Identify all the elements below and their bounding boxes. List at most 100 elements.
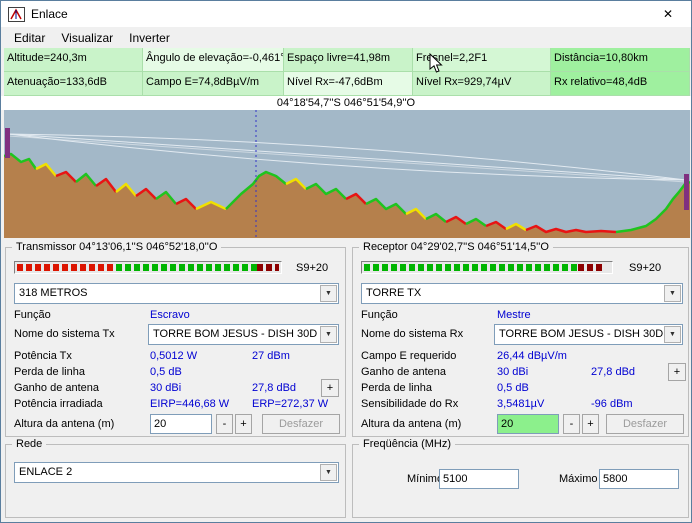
rx-system-label: Nome do sistema Rx <box>361 328 464 340</box>
tx-radiated-label: Potência irradiada <box>14 398 103 410</box>
frequency-group: Freqüência (MHz) Mínimo Máximo <box>352 438 689 518</box>
network-select[interactable]: ENLACE 2 ▼ <box>14 462 339 483</box>
transmitter-group: Transmissor 04°13'06,1''S 046°52'18,0''O… <box>5 241 346 437</box>
menubar: Editar Visualizar Inverter <box>1 27 691 48</box>
rx-site-select[interactable]: TORRE TX ▼ <box>361 283 683 304</box>
chevron-down-icon: ▼ <box>669 290 676 297</box>
info-fresnel: Fresnel=2,2F1 <box>413 48 551 72</box>
tx-system-select[interactable]: TORRE BOM JESUS - DISH 30D ▼ <box>148 324 339 345</box>
rx-signal-green-segment <box>364 264 578 271</box>
chevron-down-icon: ▼ <box>325 331 332 338</box>
rx-system-dropdown-button[interactable]: ▼ <box>664 326 681 343</box>
rx-sensitivity-uv: 3,5481µV <box>497 398 545 410</box>
rx-line-loss-label: Perda de linha <box>361 382 432 394</box>
tx-line-loss-value: 0,5 dB <box>150 366 182 378</box>
rx-antenna-height-input[interactable] <box>497 414 559 434</box>
chevron-down-icon: ▼ <box>325 469 332 476</box>
tx-signal-red-segment <box>17 264 116 271</box>
terrain-profile-chart[interactable] <box>3 110 691 238</box>
tx-system-value: TORRE BOM JESUS - DISH 30D <box>153 328 318 340</box>
rx-antenna-marker <box>684 174 689 210</box>
menu-item-visualizar[interactable]: Visualizar <box>53 29 121 47</box>
titlebar: Enlace ✕ <box>1 1 691 27</box>
rx-funcao-value: Mestre <box>497 309 531 321</box>
rx-system-select[interactable]: TORRE BOM JESUS - DISH 30D ▼ <box>494 324 683 345</box>
receiver-title: Receptor 04°29'02,7''S 046°51'14,5''O <box>359 241 553 253</box>
info-attenuation: Atenuação=133,6dB <box>4 72 143 96</box>
chevron-down-icon: ▼ <box>325 290 332 297</box>
rx-site-value: TORRE TX <box>366 287 422 299</box>
frequency-max-input[interactable] <box>599 469 679 489</box>
info-elevation-angle: Ângulo de elevação=-0,461° <box>143 48 284 72</box>
tx-system-dropdown-button[interactable]: ▼ <box>320 326 337 343</box>
tx-erp-value: ERP=272,37 W <box>252 398 329 410</box>
rx-site-dropdown-button[interactable]: ▼ <box>664 285 681 302</box>
info-field-e: Campo E=74,8dBµV/m <box>143 72 284 96</box>
info-row-2: Atenuação=133,6dB Campo E=74,8dBµV/m Nív… <box>4 72 690 96</box>
close-button[interactable]: ✕ <box>645 1 691 27</box>
menu-item-inverter[interactable]: Inverter <box>121 29 178 47</box>
transmitter-title: Transmissor 04°13'06,1''S 046°52'18,0''O <box>12 241 222 253</box>
app-icon <box>8 6 25 22</box>
info-distance: Distância=10,80km <box>551 48 690 72</box>
network-group-title: Rede <box>12 438 47 450</box>
rx-gain-label: Ganho de antena <box>361 366 447 378</box>
tx-line-loss-label: Perda de linha <box>14 366 85 378</box>
tx-system-label: Nome do sistema Tx <box>14 328 115 340</box>
tx-signal-end-segment <box>257 264 279 271</box>
tx-site-dropdown-button[interactable]: ▼ <box>320 285 337 302</box>
network-dropdown-button[interactable]: ▼ <box>320 464 337 481</box>
rx-gain-plus-button[interactable]: + <box>668 363 686 381</box>
tx-funcao-value: Escravo <box>150 309 190 321</box>
info-rx-relative: Rx relativo=48,4dB <box>551 72 690 96</box>
tx-eirp-value: EIRP=446,68 W <box>150 398 230 410</box>
receiver-group: Receptor 04°29'02,7''S 046°51'14,5''O S9… <box>352 241 689 437</box>
tx-antenna-height-label: Altura da antena (m) <box>14 418 115 430</box>
rx-gain-dbd: 27,8 dBd <box>591 366 636 378</box>
tx-gain-label: Ganho de antena <box>14 382 100 394</box>
network-group: Rede ENLACE 2 ▼ <box>5 438 346 518</box>
rx-height-minus-button[interactable]: - <box>563 414 580 434</box>
network-value: ENLACE 2 <box>19 466 73 478</box>
chevron-down-icon: ▼ <box>669 331 676 338</box>
info-altitude: Altitude=240,3m <box>4 48 143 72</box>
info-rx-level-uv: Nível Rx=929,74µV <box>413 72 551 96</box>
rx-sensitivity-label: Sensibilidade do Rx <box>361 398 459 410</box>
tx-antenna-marker <box>5 128 10 158</box>
tx-funcao-label: Função <box>14 309 51 321</box>
rx-gain-dbi: 30 dBi <box>497 366 529 378</box>
tx-signal-green-segment <box>116 264 257 271</box>
tx-gain-dbi: 30 dBi <box>150 382 182 394</box>
frequency-min-input[interactable] <box>439 469 519 489</box>
rx-required-field-label: Campo E requerido <box>361 350 457 362</box>
tx-gain-plus-button[interactable]: + <box>321 379 339 397</box>
link-info-panel: Altitude=240,3m Ângulo de elevação=-0,46… <box>4 48 690 96</box>
frequency-min-label: Mínimo <box>407 473 444 485</box>
tx-undo-button[interactable]: Desfazer <box>262 414 340 434</box>
rx-signal-end-segment <box>578 264 602 271</box>
tx-signal-label: S9+20 <box>296 262 329 274</box>
enlace-window: Enlace ✕ Editar Visualizar Inverter Alti… <box>0 0 692 523</box>
rx-required-field-value: 26,44 dBµV/m <box>497 350 567 362</box>
rx-signal-meter <box>361 261 613 274</box>
cursor-coordinates: 04°18'54,7''S 046°51'54,9''O <box>1 96 691 110</box>
tx-antenna-height-input[interactable] <box>150 414 212 434</box>
rx-signal-label: S9+20 <box>629 262 662 274</box>
rx-line-loss-value: 0,5 dB <box>497 382 529 394</box>
tx-power-dbm: 27 dBm <box>252 350 290 362</box>
tx-height-minus-button[interactable]: - <box>216 414 233 434</box>
info-rx-level-dbm: Nível Rx=-47,6dBm <box>284 72 413 96</box>
frequency-group-title: Freqüência (MHz) <box>359 438 456 450</box>
menu-item-editar[interactable]: Editar <box>6 29 53 47</box>
rx-sensitivity-dbm: -96 dBm <box>591 398 633 410</box>
rx-system-value: TORRE BOM JESUS - DISH 30D <box>499 328 663 340</box>
rx-undo-button[interactable]: Desfazer <box>606 414 684 434</box>
tx-gain-dbd: 27,8 dBd <box>252 382 297 394</box>
rx-height-plus-button[interactable]: + <box>582 414 599 434</box>
rx-antenna-height-label: Altura da antena (m) <box>361 418 462 430</box>
tx-height-plus-button[interactable]: + <box>235 414 252 434</box>
window-title: Enlace <box>31 7 68 21</box>
tx-signal-meter <box>14 261 282 274</box>
tx-site-select[interactable]: 318 METROS ▼ <box>14 283 339 304</box>
info-free-space: Espaço livre=41,98m <box>284 48 413 72</box>
